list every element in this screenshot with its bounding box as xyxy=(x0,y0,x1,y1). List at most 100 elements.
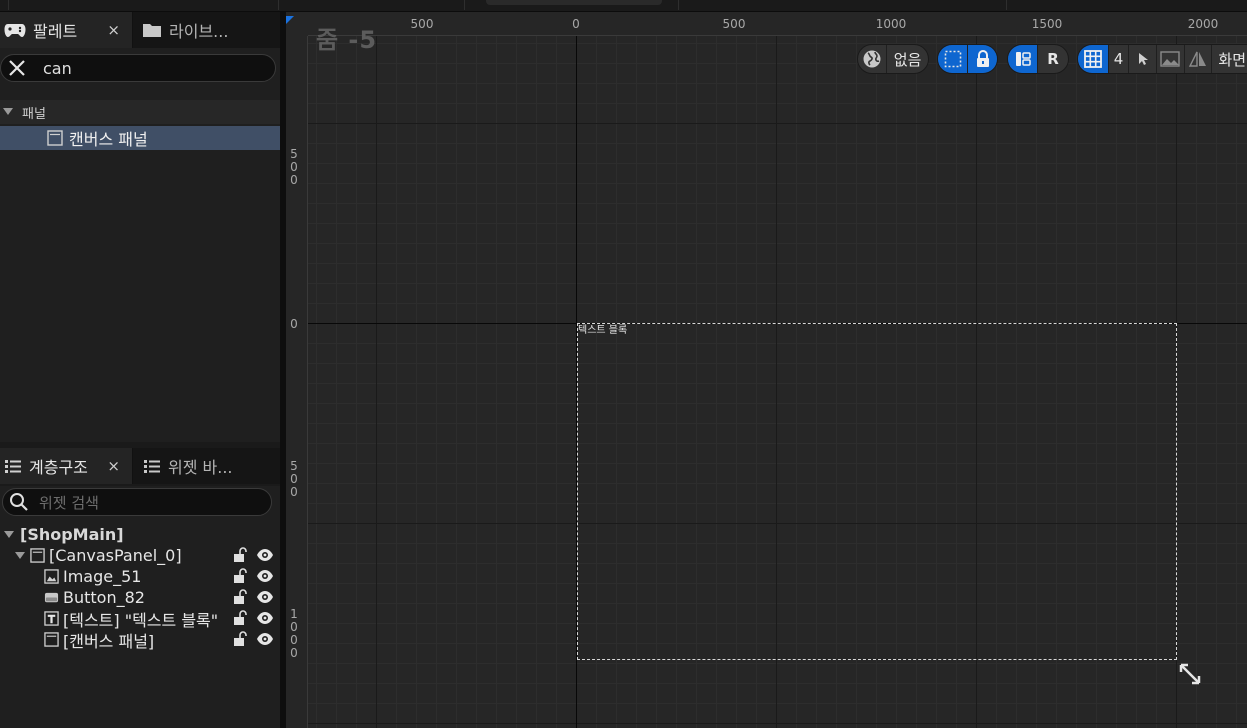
hierarchy-list-icon xyxy=(5,460,21,473)
ruler-tick-label: 0 xyxy=(572,17,580,31)
tree-item-label: [CanvasPanel_0] xyxy=(49,546,182,565)
ruler-tick-label-group: 5 0 0 xyxy=(286,148,302,187)
unlock-icon[interactable] xyxy=(232,547,248,563)
localization-dropdown[interactable]: 없음 xyxy=(887,45,928,73)
grid-snap-value: 4 xyxy=(1113,50,1124,68)
unlock-icon[interactable] xyxy=(232,568,248,584)
palette-item-canvas-panel[interactable]: 캔버스 패널 xyxy=(0,126,280,150)
eye-icon[interactable] xyxy=(256,590,274,604)
localization-preview-group: 없음 xyxy=(857,44,929,74)
cursor-icon xyxy=(1138,53,1148,65)
close-icon[interactable]: × xyxy=(107,21,120,39)
tree-item-canvaspanel[interactable]: [CanvasPanel_0] xyxy=(0,545,280,566)
ruler-digit: 0 xyxy=(290,485,298,499)
ruler-left: 5 0 0 0 5 0 0 1 0 0 0 xyxy=(286,36,308,728)
canvas-text-block[interactable]: 텍스트 블록 xyxy=(578,321,627,336)
eye-icon[interactable] xyxy=(256,569,274,583)
pointer-button[interactable] xyxy=(1129,45,1158,73)
tab-palette-label: 팔레트 xyxy=(33,22,78,41)
unlock-icon[interactable] xyxy=(232,610,248,626)
row-actions xyxy=(232,589,274,605)
tree-item-button[interactable]: Button_82 xyxy=(0,587,280,608)
tab-library[interactable]: 라이브... xyxy=(133,12,280,48)
palette-search-input[interactable]: can xyxy=(0,54,276,82)
tree-item-canvas-panel-child[interactable]: [캔버스 패널] xyxy=(0,629,280,651)
top-strip xyxy=(0,0,1247,12)
image-widget-icon xyxy=(44,569,59,584)
palette-search-value: can xyxy=(43,58,72,78)
ruler-tick-label: 2000 xyxy=(1187,17,1219,31)
layout-icon xyxy=(1015,52,1031,66)
palette-tab-bar: 팔레트 × 라이브... xyxy=(0,12,280,48)
palette-category-panel[interactable]: 패널 xyxy=(0,100,280,124)
canvas-panel-icon xyxy=(30,548,45,563)
row-actions xyxy=(232,547,274,563)
tree-item-label: Image_51 xyxy=(63,567,142,586)
ruler-tick-label-group: 5 0 0 xyxy=(286,460,302,499)
divider xyxy=(8,0,9,10)
palette-item-label: 캔버스 패널 xyxy=(69,130,148,149)
widget-preview-frame[interactable] xyxy=(577,323,1177,660)
tree-item-label: Button_82 xyxy=(63,588,145,607)
design-canvas[interactable]: 텍스트 블록 xyxy=(308,36,1247,728)
mirror-button[interactable] xyxy=(1185,45,1213,73)
select-region-button[interactable] xyxy=(938,45,968,73)
hierarchy-tab-bar: 계층구조 × 위젯 바... xyxy=(0,448,280,484)
expand-arrow-icon xyxy=(3,108,13,115)
tab-hierarchy[interactable]: 계층구조 × xyxy=(0,448,132,484)
tab-palette[interactable]: 팔레트 × xyxy=(0,12,132,48)
resize-handle-icon[interactable] xyxy=(1178,662,1202,686)
lock-button[interactable] xyxy=(968,45,997,73)
screen-size-label: 화면 xyxy=(1218,50,1246,69)
layout-group: R xyxy=(1007,44,1069,74)
divider xyxy=(464,0,465,10)
grid-toggle-button[interactable] xyxy=(1078,45,1109,73)
respect-locks-button[interactable]: R xyxy=(1038,45,1068,73)
left-column: 팔레트 × 라이브... can 패널 캔버스 패널 계층구조 × 위젯 바..… xyxy=(0,12,280,728)
clear-search-icon[interactable] xyxy=(7,58,27,78)
hierarchy-panel: 위젯 검색 [ShopMain] [CanvasPanel_0] Image_5… xyxy=(0,486,280,728)
eye-icon[interactable] xyxy=(256,632,274,646)
divider xyxy=(278,0,279,10)
close-icon[interactable]: × xyxy=(107,457,120,475)
canvas-panel-icon xyxy=(47,130,63,146)
eye-icon[interactable] xyxy=(256,548,274,562)
hierarchy-search-input[interactable]: 위젯 검색 xyxy=(2,488,272,516)
hierarchy-search-placeholder: 위젯 검색 xyxy=(39,493,99,512)
corner-marker xyxy=(286,16,294,24)
lock-icon xyxy=(976,50,989,67)
expand-arrow-icon xyxy=(4,530,14,538)
list-icon xyxy=(144,460,160,473)
layout-toggle-button[interactable] xyxy=(1008,45,1039,73)
localization-button[interactable] xyxy=(858,45,888,73)
globe-icon xyxy=(863,50,881,68)
background-button[interactable] xyxy=(1157,45,1185,73)
tree-item-shopmain[interactable]: [ShopMain] xyxy=(0,524,280,545)
button-widget-icon xyxy=(44,592,59,603)
row-actions xyxy=(232,568,274,584)
screen-size-button[interactable]: 화면 xyxy=(1212,45,1247,73)
text-widget-icon xyxy=(44,611,59,626)
tree-item-image[interactable]: Image_51 xyxy=(0,566,280,587)
designer-viewport[interactable]: 500 0 500 1000 1500 2000 5 0 0 0 5 0 0 1… xyxy=(286,12,1247,728)
grid-snap-dropdown[interactable]: 4 xyxy=(1109,45,1130,73)
grid-icon xyxy=(1083,50,1102,68)
expand-arrow-icon xyxy=(15,551,25,559)
ruler-tick-label: 1500 xyxy=(1031,17,1063,31)
unlock-icon[interactable] xyxy=(232,589,248,605)
tab-widget-binding[interactable]: 위젯 바... xyxy=(133,448,280,484)
ruler-tick-label-group: 0 xyxy=(286,318,302,331)
toolbar-handle xyxy=(486,0,662,5)
ruler-tick-label: 500 xyxy=(410,17,434,31)
row-actions xyxy=(232,631,274,647)
search-icon xyxy=(10,493,28,511)
selection-group xyxy=(937,44,998,74)
unlock-icon[interactable] xyxy=(232,631,248,647)
eye-icon[interactable] xyxy=(256,611,274,625)
flip-icon xyxy=(1188,51,1207,67)
ruler-corner xyxy=(286,12,308,36)
zoom-level-label: 줌 -5 xyxy=(316,26,378,54)
palette-category-label: 패널 xyxy=(22,106,46,122)
row-actions xyxy=(232,610,274,626)
tree-item-text-block[interactable]: [텍스트] "텍스트 블록" xyxy=(0,608,280,630)
